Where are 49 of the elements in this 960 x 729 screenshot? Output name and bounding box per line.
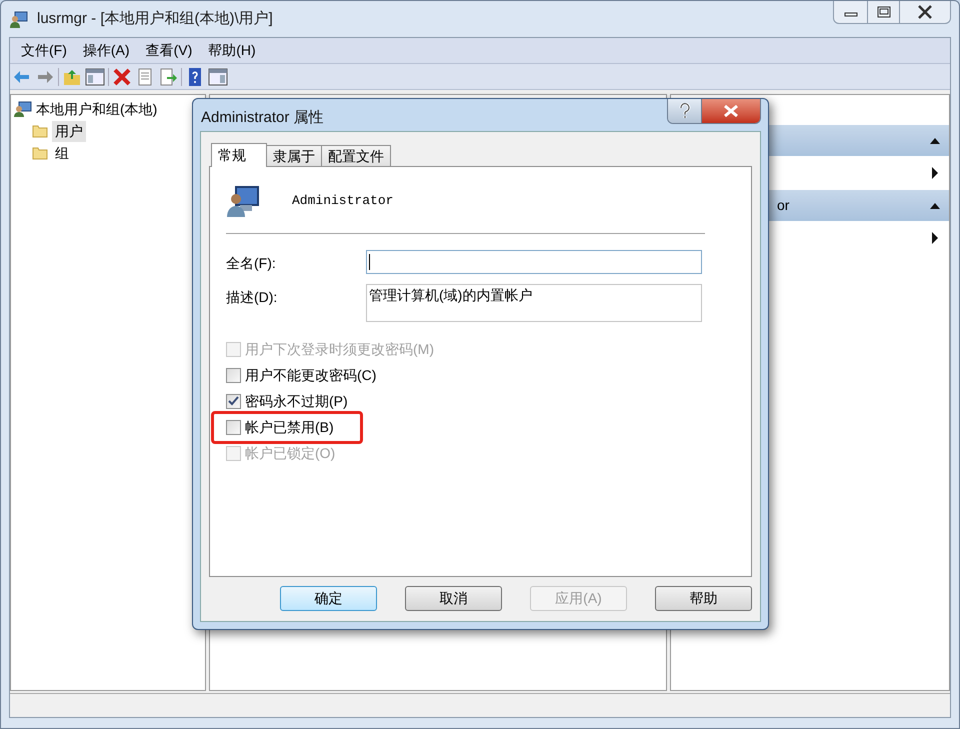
menu-item[interactable]: 帮助(H)	[201, 40, 263, 61]
action-pane-icon[interactable]	[208, 66, 228, 86]
checkbox-label: 用户下次登录时须更改密码(M)	[245, 340, 434, 359]
collapse-caret-icon	[929, 202, 941, 210]
tree-item[interactable]: 组	[52, 142, 72, 164]
full-name-field[interactable]	[366, 250, 702, 274]
export-list-icon[interactable]	[158, 66, 178, 86]
folder-icon	[32, 124, 48, 138]
description-field[interactable]: 管理计算机(域)的内置帐户	[366, 284, 702, 322]
menu-item[interactable]: 查看(V)	[138, 40, 200, 61]
user-name: Administrator	[292, 192, 394, 210]
tab[interactable]: 隶属于	[266, 145, 322, 166]
help-button[interactable]	[668, 99, 702, 123]
folder-icon	[32, 146, 48, 160]
tree-item[interactable]: 本地用户和组(本地)	[36, 98, 158, 120]
window-title: lusrmgr - [本地用户和组(本地)\用户]	[37, 8, 273, 29]
maximize-icon	[876, 6, 890, 18]
checkbox-label: 帐户已锁定(O)	[245, 444, 336, 463]
dialog-button[interactable]: 取消	[405, 586, 502, 611]
more-arrow-icon[interactable]	[931, 232, 939, 244]
tree-pane-icon[interactable]	[85, 66, 105, 86]
tree-item[interactable]: 用户	[52, 120, 86, 142]
collapse-caret-icon	[929, 136, 941, 144]
dialog-button[interactable]: 帮助	[655, 586, 752, 611]
question-mark-icon	[678, 103, 690, 119]
menu-item[interactable]: 文件(F)	[14, 40, 74, 61]
menu-item[interactable]: 操作(A)	[76, 40, 137, 61]
tab[interactable]: 常规	[211, 143, 267, 167]
field-label: 全名(F):	[226, 254, 277, 273]
checkbox[interactable]	[226, 394, 241, 408]
dialog-button[interactable]: 确定	[280, 586, 377, 611]
tab[interactable]: 配置文件	[321, 145, 391, 166]
field-label: 描述(D):	[226, 288, 278, 307]
checkbox[interactable]	[226, 420, 241, 434]
checkbox[interactable]	[226, 368, 241, 382]
close-icon	[723, 105, 739, 117]
close-icon	[917, 5, 933, 19]
checkbox-label: 用户不能更改密码(C)	[245, 366, 376, 385]
users-icon	[9, 9, 29, 29]
checkbox-label: 密码永不过期(P)	[245, 392, 348, 411]
check-icon	[228, 396, 239, 406]
user-monitor-icon	[226, 184, 260, 218]
close-button[interactable]	[702, 99, 760, 123]
more-arrow-icon[interactable]	[931, 167, 939, 179]
computer-users-icon	[14, 100, 32, 118]
checkbox-label: 帐户已禁用(B)	[245, 418, 334, 437]
delete-icon[interactable]	[112, 66, 132, 86]
dialog-title: Administrator 属性	[201, 108, 324, 128]
section-title: or	[777, 196, 790, 215]
